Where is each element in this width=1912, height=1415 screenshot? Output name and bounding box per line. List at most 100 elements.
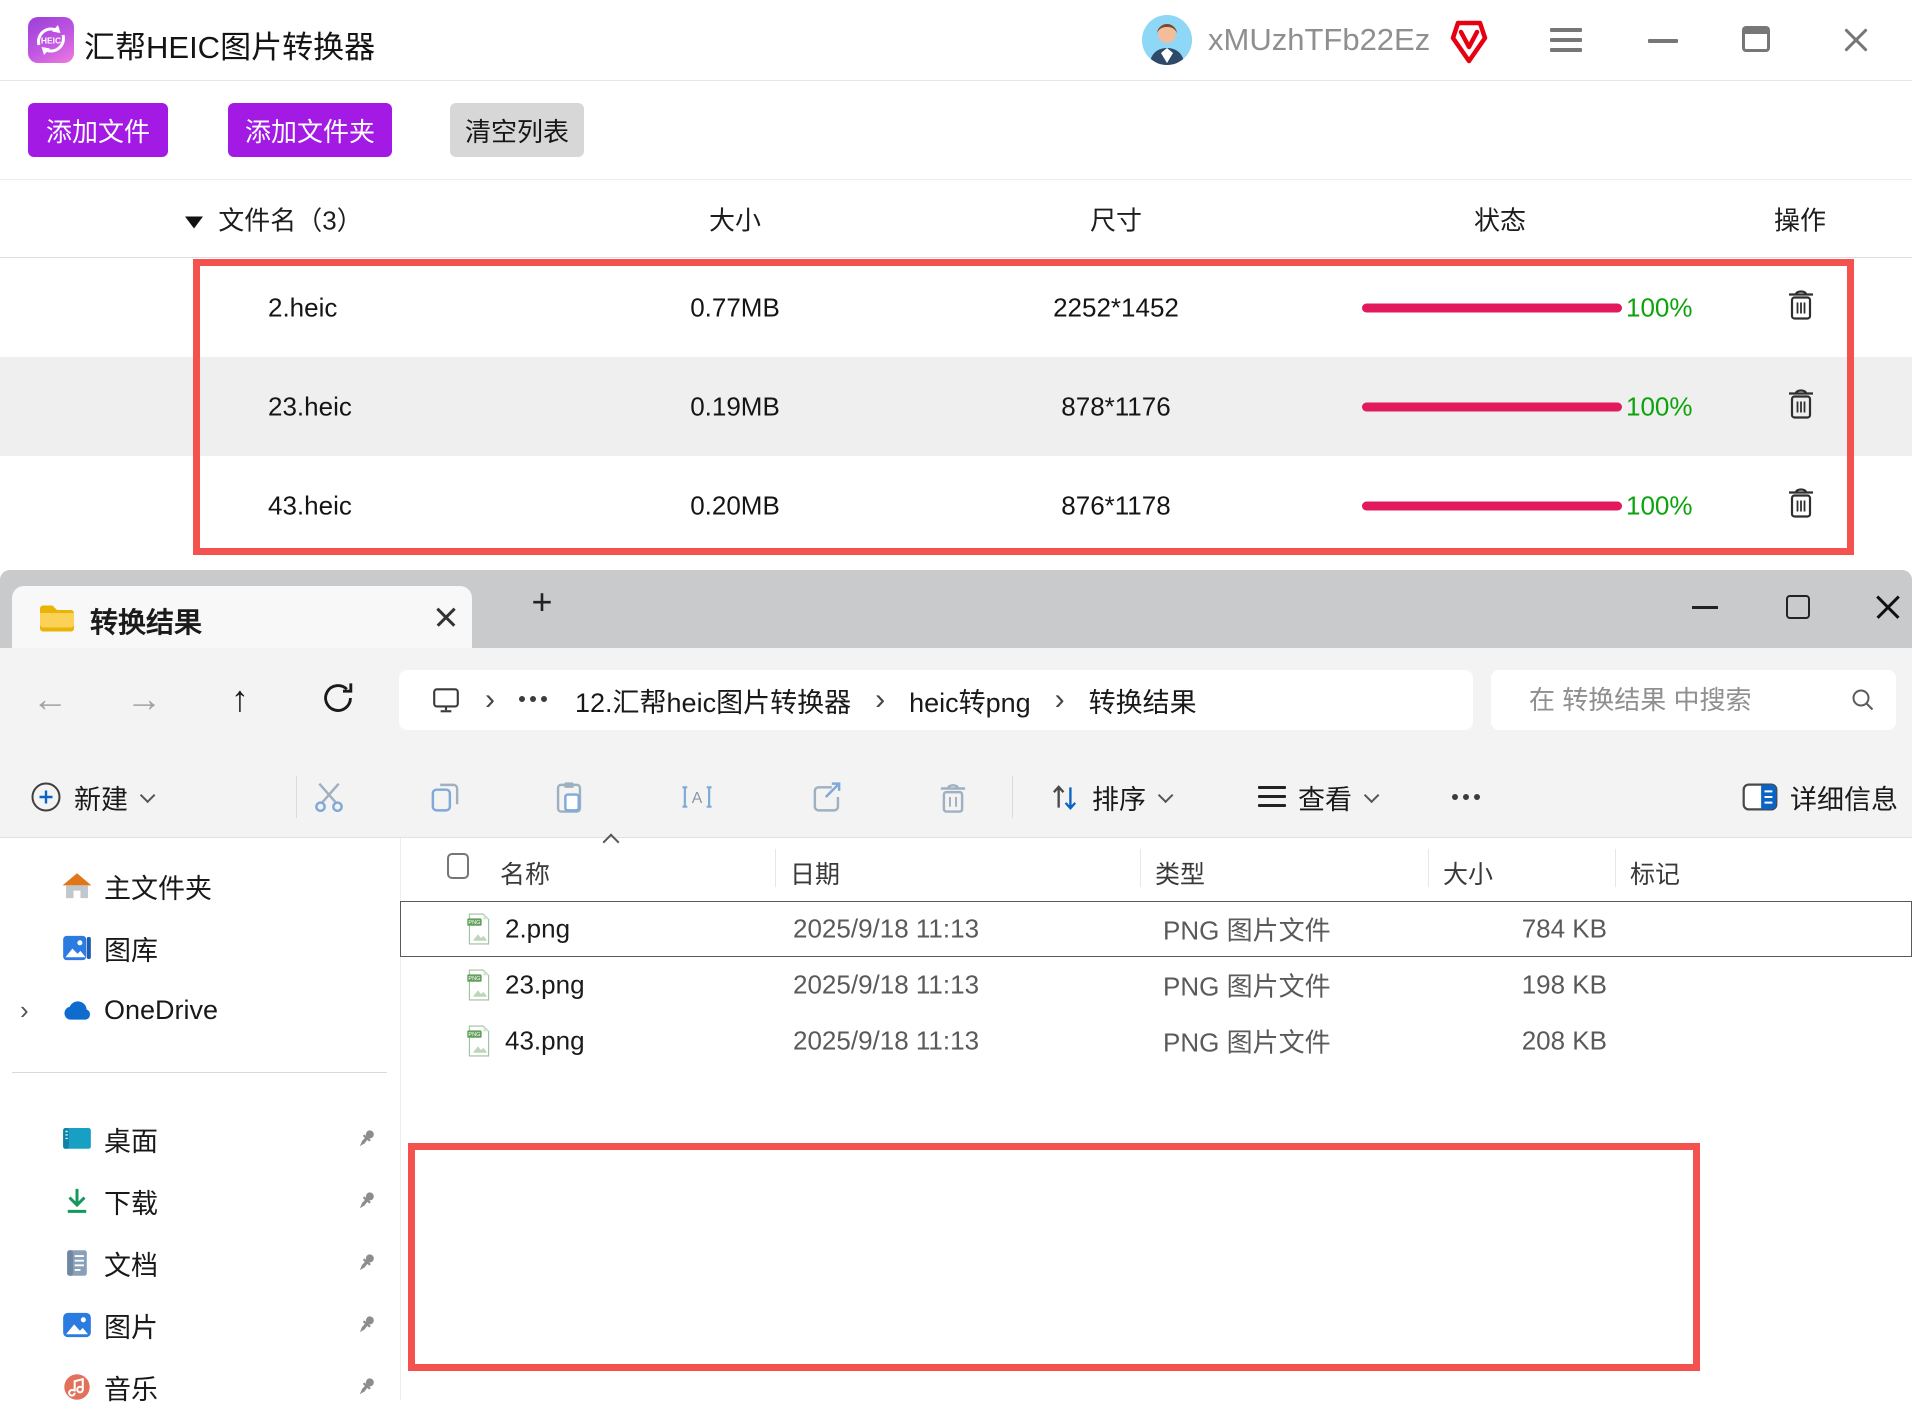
- pin-icon[interactable]: [354, 1313, 378, 1337]
- sidebar-item-gallery[interactable]: 图库: [0, 920, 398, 976]
- sidebar-item-music[interactable]: 音乐: [0, 1359, 398, 1415]
- pin-icon[interactable]: [354, 1127, 378, 1151]
- share-icon[interactable]: [810, 780, 844, 814]
- converter-minimize-button[interactable]: [1648, 39, 1678, 43]
- sort-button[interactable]: 排序: [1048, 756, 1169, 838]
- column-name[interactable]: 名称: [500, 855, 550, 891]
- delete-icon[interactable]: [936, 780, 970, 814]
- copy-icon[interactable]: [428, 780, 462, 814]
- home-icon: [62, 871, 92, 901]
- file-dimensions: 2252*1452: [966, 292, 1266, 323]
- select-all-checkbox[interactable]: [447, 853, 469, 879]
- add-folder-button[interactable]: 添加文件夹: [228, 103, 392, 157]
- column-type[interactable]: 类型: [1155, 855, 1205, 891]
- explorer-close-button[interactable]: [1874, 593, 1902, 621]
- delete-file-button[interactable]: [1770, 287, 1832, 328]
- sidebar-item-home[interactable]: 主文件夹: [0, 858, 398, 914]
- sidebar-item-documents[interactable]: 文档: [0, 1235, 398, 1291]
- explorer-tab[interactable]: 转换结果: [12, 586, 472, 648]
- trash-icon: [1786, 485, 1816, 519]
- file-type: PNG 图片文件: [1163, 967, 1331, 1004]
- png-file-icon: PNG: [466, 913, 492, 945]
- add-file-button[interactable]: 添加文件: [28, 103, 168, 157]
- pin-icon[interactable]: [354, 1189, 378, 1213]
- file-name: 23.heic: [268, 391, 352, 422]
- refresh-button[interactable]: [314, 676, 362, 730]
- paste-icon[interactable]: [552, 780, 586, 814]
- column-tags[interactable]: 标记: [1630, 855, 1680, 891]
- tab-close-icon[interactable]: [432, 603, 460, 631]
- table-row[interactable]: 2.heic 0.77MB 2252*1452 100%: [0, 258, 1912, 357]
- new-button[interactable]: 新建: [30, 756, 151, 838]
- breadcrumb-current-folder[interactable]: 转换结果: [1089, 681, 1197, 720]
- file-row[interactable]: PNG 43.png 2025/9/18 11:13 PNG 图片文件 208 …: [400, 1013, 1912, 1069]
- sort-desc-icon: [185, 216, 203, 228]
- onedrive-cloud-icon: [62, 995, 92, 1025]
- file-row-selected[interactable]: PNG 2.png 2025/9/18 11:13 PNG 图片文件 784 K…: [400, 901, 1912, 957]
- details-pane-button[interactable]: 详细信息: [1742, 756, 1898, 838]
- user-avatar[interactable]: [1142, 15, 1192, 65]
- new-tab-button[interactable]: +: [524, 584, 560, 620]
- forward-button[interactable]: →: [120, 672, 168, 726]
- breadcrumb-ellipsis-icon[interactable]: [519, 696, 553, 704]
- converter-close-button[interactable]: [1842, 26, 1870, 54]
- explorer-minimize-button[interactable]: [1692, 606, 1718, 609]
- sidebar-item-downloads[interactable]: 下载: [0, 1173, 398, 1229]
- rename-icon[interactable]: A: [680, 780, 714, 814]
- delete-file-button[interactable]: [1770, 386, 1832, 427]
- this-pc-icon[interactable]: [431, 686, 461, 714]
- gallery-icon: [62, 933, 92, 963]
- breadcrumb-folder[interactable]: 12.汇帮heic图片转换器: [575, 681, 851, 720]
- file-date: 2025/9/18 11:13: [793, 1026, 979, 1057]
- sidebar-separator: [12, 1072, 387, 1073]
- view-list-icon: [1258, 786, 1286, 808]
- table-row[interactable]: 43.heic 0.20MB 876*1178 100%: [0, 456, 1912, 555]
- sidebar-item-onedrive[interactable]: › OneDrive: [0, 982, 398, 1038]
- file-row[interactable]: PNG 23.png 2025/9/18 11:13 PNG 图片文件 198 …: [400, 957, 1912, 1013]
- file-list-header: 名称 日期 类型 大小 标记: [400, 845, 1912, 892]
- vip-badge-icon[interactable]: [1448, 18, 1490, 64]
- pin-icon[interactable]: [354, 1251, 378, 1275]
- breadcrumb-chevron-icon: ›: [1055, 683, 1065, 717]
- file-date: 2025/9/18 11:13: [793, 914, 979, 945]
- back-button[interactable]: ←: [26, 672, 74, 726]
- png-file-icon: PNG: [466, 969, 492, 1001]
- tab-title: 转换结果: [90, 601, 202, 641]
- progress-bar: [1362, 501, 1622, 510]
- column-size[interactable]: 大小: [1443, 855, 1493, 891]
- file-dimensions: 876*1178: [966, 490, 1266, 521]
- cut-icon[interactable]: [312, 780, 346, 814]
- breadcrumb-chevron-icon: ›: [485, 683, 495, 717]
- file-name: 2.png: [505, 914, 570, 945]
- pin-icon[interactable]: [354, 1375, 378, 1399]
- breadcrumb-chevron-icon: ›: [875, 683, 885, 717]
- sidebar-item-pictures[interactable]: 图片: [0, 1297, 398, 1353]
- desktop-icon: [62, 1124, 92, 1154]
- expand-chevron-icon[interactable]: ›: [20, 995, 29, 1026]
- view-button[interactable]: 查看: [1258, 756, 1375, 838]
- column-dimensions: 尺寸: [966, 200, 1266, 237]
- sidebar-item-desktop[interactable]: 桌面: [0, 1111, 398, 1167]
- table-row[interactable]: 23.heic 0.19MB 878*1176 100%: [0, 357, 1912, 456]
- delete-file-button[interactable]: [1770, 485, 1832, 526]
- explorer-content: 主文件夹 图库 › OneDrive: [0, 838, 1912, 1400]
- column-filename[interactable]: 文件名（3）: [185, 200, 363, 237]
- menu-button[interactable]: [1550, 28, 1582, 54]
- breadcrumb-folder[interactable]: heic转png: [909, 681, 1031, 720]
- progress-percent: 100%: [1626, 391, 1693, 422]
- progress-bar: [1362, 303, 1622, 312]
- search-input[interactable]: [1529, 670, 1829, 730]
- column-date[interactable]: 日期: [790, 855, 840, 891]
- explorer-maximize-button[interactable]: [1786, 595, 1810, 619]
- clear-list-button[interactable]: 清空列表: [450, 103, 584, 157]
- more-commands-icon[interactable]: [1452, 794, 1486, 802]
- details-pane-icon: [1742, 782, 1778, 812]
- search-icon: [1850, 687, 1876, 713]
- converter-maximize-button[interactable]: [1742, 26, 1770, 52]
- address-bar[interactable]: › 12.汇帮heic图片转换器 › heic转png › 转换结果: [399, 670, 1473, 730]
- file-size: 208 KB: [1437, 1026, 1607, 1057]
- file-size: 0.77MB: [585, 292, 885, 323]
- converter-file-list: 2.heic 0.77MB 2252*1452 100% 23.heic 0.1…: [0, 258, 1912, 555]
- file-size: 784 KB: [1437, 914, 1607, 945]
- up-button[interactable]: ↑: [216, 672, 264, 726]
